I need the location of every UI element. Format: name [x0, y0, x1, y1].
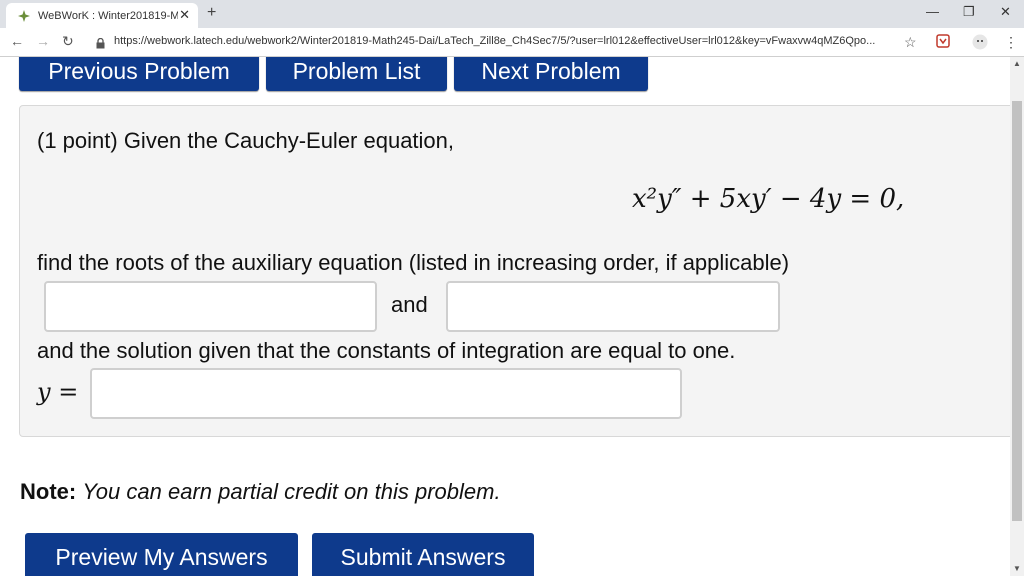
- cauchy-euler-equation: x²y″ + 5xy′ − 4y = 0,: [632, 184, 905, 214]
- forward-icon[interactable]: →: [36, 33, 50, 49]
- minimize-icon[interactable]: —: [926, 4, 939, 19]
- partial-credit-note: Note: You can earn partial credit on thi…: [20, 479, 501, 505]
- previous-problem-button[interactable]: Previous Problem: [19, 57, 259, 91]
- profile-avatar-icon[interactable]: [972, 34, 988, 55]
- restore-icon[interactable]: ❐: [963, 4, 975, 20]
- new-tab-icon[interactable]: +: [207, 4, 216, 22]
- extension-icon[interactable]: [936, 34, 950, 53]
- page-scrollbar[interactable]: ▲ ▼: [1010, 57, 1024, 576]
- problem-intro: (1 point) Given the Cauchy-Euler equatio…: [37, 128, 455, 153]
- y-equals-label: y =: [37, 378, 79, 406]
- scroll-up-icon[interactable]: ▲: [1013, 59, 1021, 68]
- root1-input[interactable]: [44, 281, 377, 332]
- tab-close-icon[interactable]: ✕: [179, 7, 190, 23]
- browser-menu-icon[interactable]: ⋮: [1004, 34, 1018, 51]
- bookmark-star-icon[interactable]: ☆: [904, 34, 917, 51]
- back-icon[interactable]: ←: [10, 33, 24, 49]
- browser-toolbar: ← → ↻ https://webwork.latech.edu/webwork…: [0, 28, 1024, 57]
- root2-input[interactable]: [446, 281, 780, 332]
- close-window-icon[interactable]: ✕: [1000, 4, 1011, 20]
- scrollbar-thumb[interactable]: [1012, 101, 1022, 521]
- browser-tab-strip: WeBWorK : Winter201819-Math2 ✕ + — ❐ ✕: [0, 0, 1024, 28]
- tab-title: WeBWorK : Winter201819-Math2: [38, 9, 178, 22]
- webwork-favicon-icon: [16, 8, 32, 24]
- problem-instruction: find the roots of the auxiliary equation…: [37, 250, 790, 275]
- browser-tab[interactable]: WeBWorK : Winter201819-Math2 ✕: [6, 3, 198, 28]
- reload-icon[interactable]: ↻: [62, 33, 74, 50]
- submit-answers-button[interactable]: Submit Answers: [312, 533, 534, 576]
- lock-icon: [96, 36, 105, 54]
- and-label: and: [391, 292, 428, 317]
- problem-panel: (1 point) Given the Cauchy-Euler equatio…: [19, 105, 1010, 437]
- solution-prompt: and the solution given that the constant…: [37, 338, 736, 363]
- preview-answers-button[interactable]: Preview My Answers: [25, 533, 298, 576]
- webwork-page: Previous Problem Problem List Next Probl…: [0, 57, 1010, 576]
- solution-input[interactable]: [90, 368, 682, 419]
- address-bar-url[interactable]: https://webwork.latech.edu/webwork2/Wint…: [114, 35, 894, 47]
- note-text: You can earn partial credit on this prob…: [82, 479, 501, 504]
- scroll-down-icon[interactable]: ▼: [1013, 564, 1021, 573]
- next-problem-button[interactable]: Next Problem: [454, 57, 648, 91]
- note-label: Note:: [20, 479, 77, 504]
- problem-list-button[interactable]: Problem List: [266, 57, 447, 91]
